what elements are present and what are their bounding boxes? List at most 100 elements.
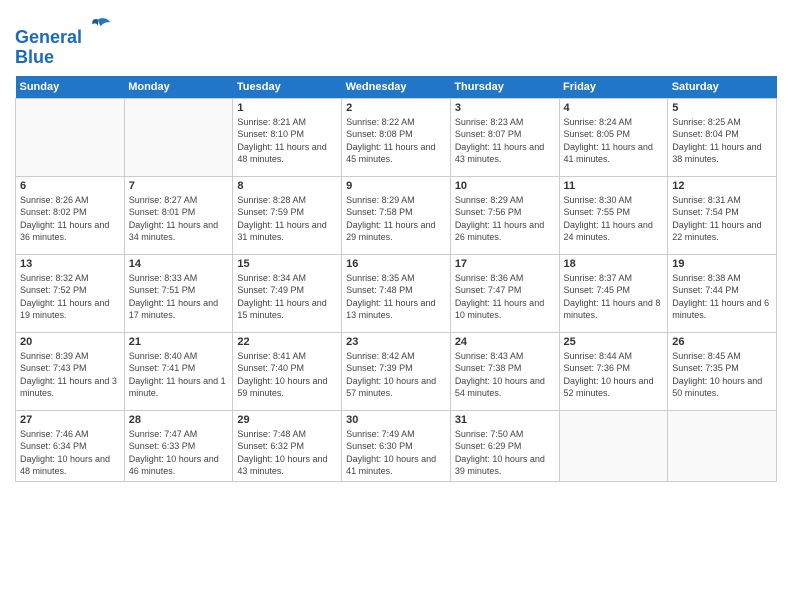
day-info: Sunrise: 8:40 AM Sunset: 7:41 PM Dayligh…	[129, 350, 229, 400]
calendar-cell: 18 Sunrise: 8:37 AM Sunset: 7:45 PM Dayli…	[559, 254, 668, 332]
day-info: Sunrise: 8:26 AM Sunset: 8:02 PM Dayligh…	[20, 194, 120, 244]
logo-text: General	[15, 15, 112, 48]
day-info: Sunrise: 8:22 AM Sunset: 8:08 PM Dayligh…	[346, 116, 446, 166]
day-number: 15	[237, 258, 337, 270]
calendar-cell: 6 Sunrise: 8:26 AM Sunset: 8:02 PM Daylig…	[16, 176, 125, 254]
week-row-2: 13 Sunrise: 8:32 AM Sunset: 7:52 PM Dayli…	[16, 254, 777, 332]
day-number: 1	[237, 102, 337, 114]
day-number: 10	[455, 180, 555, 192]
logo: General Blue	[15, 15, 112, 68]
day-number: 2	[346, 102, 446, 114]
day-info: Sunrise: 8:37 AM Sunset: 7:45 PM Dayligh…	[564, 272, 664, 322]
logo-blue: Blue	[15, 48, 112, 68]
calendar-cell: 29 Sunrise: 7:48 AM Sunset: 6:32 PM Dayli…	[233, 410, 342, 481]
day-number: 23	[346, 336, 446, 348]
day-info: Sunrise: 7:47 AM Sunset: 6:33 PM Dayligh…	[129, 428, 229, 478]
calendar-cell: 17 Sunrise: 8:36 AM Sunset: 7:47 PM Dayli…	[450, 254, 559, 332]
header-day-thursday: Thursday	[450, 76, 559, 99]
header-day-wednesday: Wednesday	[342, 76, 451, 99]
day-info: Sunrise: 8:30 AM Sunset: 7:55 PM Dayligh…	[564, 194, 664, 244]
calendar-cell: 26 Sunrise: 8:45 AM Sunset: 7:35 PM Dayli…	[668, 332, 777, 410]
day-info: Sunrise: 8:39 AM Sunset: 7:43 PM Dayligh…	[20, 350, 120, 400]
calendar-cell: 19 Sunrise: 8:38 AM Sunset: 7:44 PM Dayli…	[668, 254, 777, 332]
day-number: 24	[455, 336, 555, 348]
day-number: 29	[237, 414, 337, 426]
day-info: Sunrise: 8:24 AM Sunset: 8:05 PM Dayligh…	[564, 116, 664, 166]
calendar-cell: 21Sunrise: 8:40 AM Sunset: 7:41 PM Dayli…	[124, 332, 233, 410]
day-number: 22	[237, 336, 337, 348]
calendar-cell: 23 Sunrise: 8:42 AM Sunset: 7:39 PM Dayli…	[342, 332, 451, 410]
calendar-header: SundayMondayTuesdayWednesdayThursdayFrid…	[16, 76, 777, 99]
day-number: 20	[20, 336, 120, 348]
day-info: Sunrise: 8:34 AM Sunset: 7:49 PM Dayligh…	[237, 272, 337, 322]
day-info: Sunrise: 8:36 AM Sunset: 7:47 PM Dayligh…	[455, 272, 555, 322]
day-number: 27	[20, 414, 120, 426]
calendar-cell: 9Sunrise: 8:29 AM Sunset: 7:58 PM Daylig…	[342, 176, 451, 254]
day-number: 18	[564, 258, 664, 270]
day-info: Sunrise: 8:43 AM Sunset: 7:38 PM Dayligh…	[455, 350, 555, 400]
day-info: Sunrise: 8:38 AM Sunset: 7:44 PM Dayligh…	[672, 272, 772, 322]
logo-bird-icon	[84, 15, 112, 43]
calendar-cell: 20 Sunrise: 8:39 AM Sunset: 7:43 PM Dayli…	[16, 332, 125, 410]
day-info: Sunrise: 7:46 AM Sunset: 6:34 PM Dayligh…	[20, 428, 120, 478]
day-number: 13	[20, 258, 120, 270]
day-number: 30	[346, 414, 446, 426]
day-info: Sunrise: 7:48 AM Sunset: 6:32 PM Dayligh…	[237, 428, 337, 478]
day-number: 26	[672, 336, 772, 348]
calendar-cell	[559, 410, 668, 481]
logo-general: General	[15, 27, 82, 47]
calendar-cell: 28 Sunrise: 7:47 AM Sunset: 6:33 PM Dayli…	[124, 410, 233, 481]
calendar-cell: 10Sunrise: 8:29 AM Sunset: 7:56 PM Dayli…	[450, 176, 559, 254]
calendar-cell: 7 Sunrise: 8:27 AM Sunset: 8:01 PM Daylig…	[124, 176, 233, 254]
calendar-cell: 2 Sunrise: 8:22 AM Sunset: 8:08 PM Daylig…	[342, 98, 451, 176]
calendar-cell: 14 Sunrise: 8:33 AM Sunset: 7:51 PM Dayli…	[124, 254, 233, 332]
day-number: 4	[564, 102, 664, 114]
calendar-cell: 5Sunrise: 8:25 AM Sunset: 8:04 PM Daylig…	[668, 98, 777, 176]
calendar-cell: 31 Sunrise: 7:50 AM Sunset: 6:29 PM Dayli…	[450, 410, 559, 481]
day-info: Sunrise: 8:25 AM Sunset: 8:04 PM Dayligh…	[672, 116, 772, 166]
week-row-1: 6 Sunrise: 8:26 AM Sunset: 8:02 PM Daylig…	[16, 176, 777, 254]
header-day-saturday: Saturday	[668, 76, 777, 99]
header-day-friday: Friday	[559, 76, 668, 99]
day-number: 12	[672, 180, 772, 192]
calendar-cell: 1 Sunrise: 8:21 AM Sunset: 8:10 PM Daylig…	[233, 98, 342, 176]
day-info: Sunrise: 8:35 AM Sunset: 7:48 PM Dayligh…	[346, 272, 446, 322]
week-row-3: 20 Sunrise: 8:39 AM Sunset: 7:43 PM Dayli…	[16, 332, 777, 410]
day-number: 6	[20, 180, 120, 192]
day-number: 31	[455, 414, 555, 426]
day-number: 17	[455, 258, 555, 270]
day-number: 3	[455, 102, 555, 114]
day-info: Sunrise: 8:28 AM Sunset: 7:59 PM Dayligh…	[237, 194, 337, 244]
day-info: Sunrise: 8:45 AM Sunset: 7:35 PM Dayligh…	[672, 350, 772, 400]
day-info: Sunrise: 8:31 AM Sunset: 7:54 PM Dayligh…	[672, 194, 772, 244]
day-number: 28	[129, 414, 229, 426]
day-info: Sunrise: 8:21 AM Sunset: 8:10 PM Dayligh…	[237, 116, 337, 166]
calendar-cell: 24 Sunrise: 8:43 AM Sunset: 7:38 PM Dayli…	[450, 332, 559, 410]
calendar-cell: 4 Sunrise: 8:24 AM Sunset: 8:05 PM Daylig…	[559, 98, 668, 176]
day-info: Sunrise: 8:23 AM Sunset: 8:07 PM Dayligh…	[455, 116, 555, 166]
day-info: Sunrise: 7:50 AM Sunset: 6:29 PM Dayligh…	[455, 428, 555, 478]
day-info: Sunrise: 8:32 AM Sunset: 7:52 PM Dayligh…	[20, 272, 120, 322]
day-number: 19	[672, 258, 772, 270]
day-number: 7	[129, 180, 229, 192]
calendar-cell	[16, 98, 125, 176]
day-info: Sunrise: 8:42 AM Sunset: 7:39 PM Dayligh…	[346, 350, 446, 400]
header-day-sunday: Sunday	[16, 76, 125, 99]
day-number: 8	[237, 180, 337, 192]
day-info: Sunrise: 8:27 AM Sunset: 8:01 PM Dayligh…	[129, 194, 229, 244]
week-row-4: 27 Sunrise: 7:46 AM Sunset: 6:34 PM Dayli…	[16, 410, 777, 481]
week-row-0: 1 Sunrise: 8:21 AM Sunset: 8:10 PM Daylig…	[16, 98, 777, 176]
calendar-cell: 22Sunrise: 8:41 AM Sunset: 7:40 PM Dayli…	[233, 332, 342, 410]
header-day-monday: Monday	[124, 76, 233, 99]
header-day-tuesday: Tuesday	[233, 76, 342, 99]
calendar-cell: 13 Sunrise: 8:32 AM Sunset: 7:52 PM Dayli…	[16, 254, 125, 332]
day-info: Sunrise: 8:33 AM Sunset: 7:51 PM Dayligh…	[129, 272, 229, 322]
calendar-cell: 8 Sunrise: 8:28 AM Sunset: 7:59 PM Daylig…	[233, 176, 342, 254]
calendar-table: SundayMondayTuesdayWednesdayThursdayFrid…	[15, 76, 777, 482]
calendar-cell	[668, 410, 777, 481]
calendar-cell: 25Sunrise: 8:44 AM Sunset: 7:36 PM Dayli…	[559, 332, 668, 410]
day-number: 14	[129, 258, 229, 270]
day-number: 11	[564, 180, 664, 192]
calendar-cell: 30Sunrise: 7:49 AM Sunset: 6:30 PM Dayli…	[342, 410, 451, 481]
calendar-cell: 15 Sunrise: 8:34 AM Sunset: 7:49 PM Dayli…	[233, 254, 342, 332]
